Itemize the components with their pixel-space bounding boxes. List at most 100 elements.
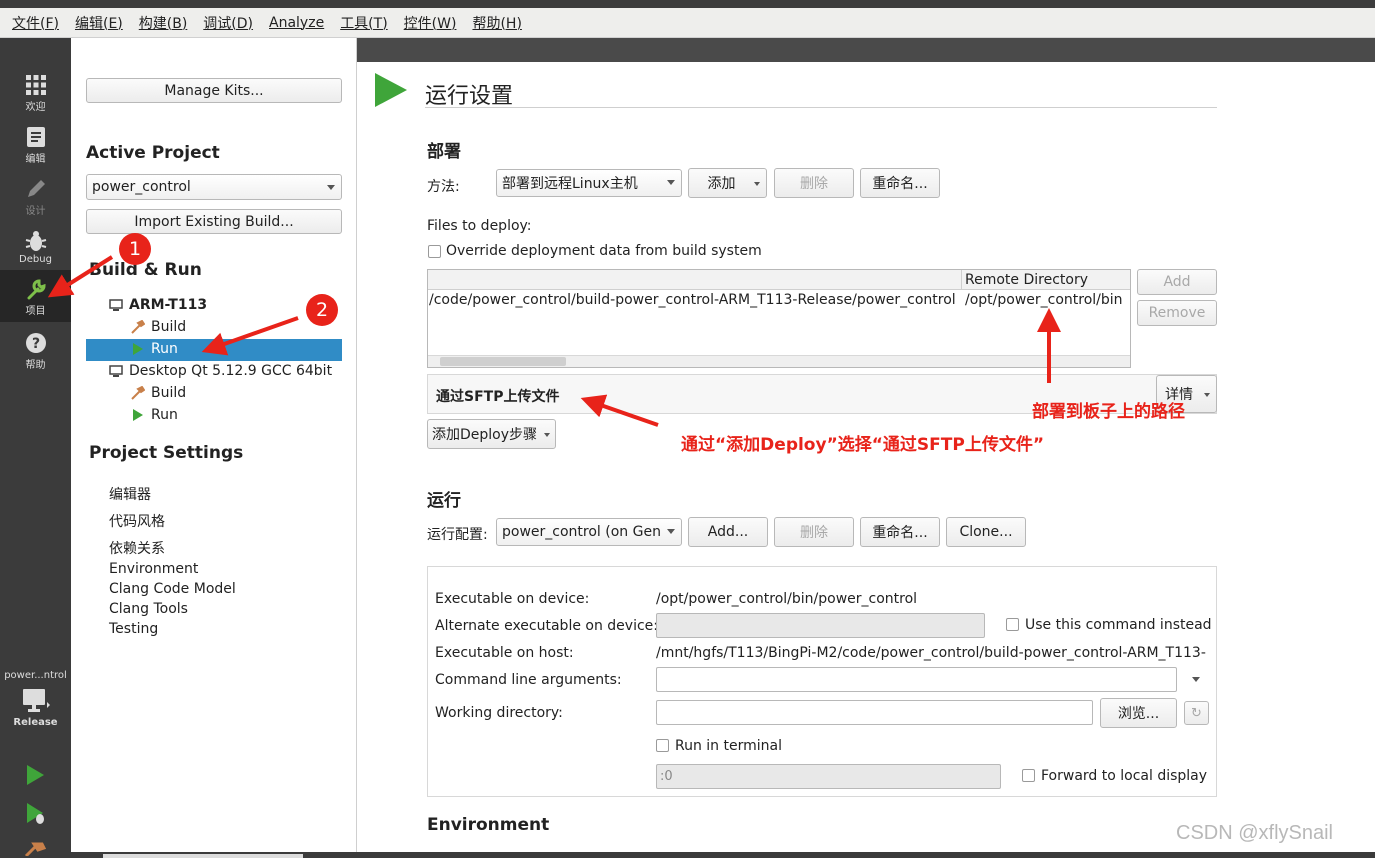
- wrench-icon: [27, 279, 46, 300]
- chevron-down-icon: [754, 182, 760, 186]
- mode-design[interactable]: 设计: [0, 170, 71, 222]
- bug-icon: [25, 231, 46, 251]
- monitor-icon: [109, 364, 123, 377]
- monitor-icon: [22, 689, 50, 712]
- manage-kits-button[interactable]: Manage Kits...: [86, 78, 342, 103]
- debug-run-icon[interactable]: [24, 802, 48, 826]
- mode-projects[interactable]: 项目: [0, 270, 71, 322]
- project-navigator: Manage Kits... Active Project power_cont…: [71, 38, 357, 858]
- mode-label: 设计: [25, 206, 46, 217]
- cmd-args-input[interactable]: [656, 667, 1177, 692]
- deploy-method-combo[interactable]: 部署到远程Linux主机: [496, 169, 682, 197]
- add-deploy-step-button[interactable]: 添加Deploy步骤: [427, 419, 556, 449]
- exe-device-label: Executable on device:: [435, 591, 590, 607]
- hscroll-thumb[interactable]: [103, 854, 303, 858]
- title-divider: [425, 107, 1217, 108]
- chevron-down-icon: [667, 180, 675, 185]
- kit-desktop-qt[interactable]: Desktop Qt 5.12.9 GCC 64bit: [109, 363, 332, 379]
- run-delete-button[interactable]: 删除: [774, 517, 854, 547]
- editor-toolbar: [357, 38, 1375, 62]
- kit-arm-run[interactable]: Run: [131, 341, 178, 357]
- run-config-combo[interactable]: power_control (on Gen: [496, 518, 682, 546]
- active-project-combo[interactable]: power_control: [86, 174, 342, 200]
- deploy-rename-button[interactable]: 重命名...: [860, 168, 940, 198]
- svg-text:?: ?: [31, 336, 39, 352]
- settings-testing[interactable]: Testing: [109, 621, 158, 637]
- run-config-value: power_control (on Gen: [502, 524, 661, 540]
- settings-environment[interactable]: Environment: [109, 561, 198, 577]
- forward-display-label: Forward to local display: [1041, 768, 1208, 784]
- deploy-step-annotation: 通过“添加Deploy”选择“通过SFTP上传文件”: [681, 435, 1045, 455]
- build-run-heading: Build & Run: [89, 260, 202, 280]
- selected-row-highlight: [86, 339, 342, 361]
- import-existing-build-button[interactable]: Import Existing Build...: [86, 209, 342, 234]
- browse-button[interactable]: 浏览...: [1100, 698, 1177, 728]
- add-deploy-step-label: 添加Deploy步骤: [432, 427, 538, 443]
- grid-icon: [25, 75, 46, 95]
- kit-desktop-run[interactable]: Run: [131, 407, 178, 423]
- menu-help[interactable]: 帮助(H): [464, 13, 529, 33]
- table-hscrollbar[interactable]: [428, 355, 1130, 367]
- menu-widgets[interactable]: 控件(W): [396, 13, 465, 33]
- run-icon[interactable]: [24, 764, 46, 786]
- run-heading: 运行: [427, 491, 461, 511]
- display-input[interactable]: :0: [656, 764, 1001, 789]
- settings-clang-code-model[interactable]: Clang Code Model: [109, 581, 236, 597]
- deploy-delete-button[interactable]: 删除: [774, 168, 854, 198]
- mode-label: 帮助: [25, 360, 46, 371]
- alt-exe-input[interactable]: [656, 613, 985, 638]
- run-in-terminal-checkbox[interactable]: [656, 739, 669, 752]
- forward-display-checkbox[interactable]: [1022, 769, 1035, 782]
- menu-file[interactable]: 文件(F): [4, 13, 67, 33]
- chevron-down-icon[interactable]: [1192, 677, 1200, 682]
- deploy-step-title: 通过SFTP上传文件: [436, 389, 560, 405]
- mode-label: 编辑: [25, 154, 46, 165]
- hammer-icon: [131, 386, 145, 400]
- row-local-file: /code/power_control/build-power_control-…: [429, 292, 956, 308]
- step-badge-2: 2: [306, 294, 338, 326]
- build-hammer-icon[interactable]: [24, 842, 46, 856]
- kit-arm-t113[interactable]: ARM-T113: [109, 297, 207, 313]
- menu-tools[interactable]: 工具(T): [332, 13, 395, 33]
- menu-debug[interactable]: 调试(D): [195, 13, 261, 33]
- override-deployment-label: Override deployment data from build syst…: [446, 243, 762, 259]
- kit-selector[interactable]: power...ntrol Release: [0, 670, 71, 728]
- monitor-icon: [109, 298, 123, 311]
- run-add-button[interactable]: Add...: [688, 517, 768, 547]
- settings-editor[interactable]: 编辑器: [109, 484, 151, 504]
- override-deployment-checkbox[interactable]: [428, 245, 441, 258]
- exe-host-value: /mnt/hgfs/T113/BingPi-M2/code/power_cont…: [656, 645, 1206, 661]
- chevron-down-icon: [667, 529, 675, 534]
- table-remove-button[interactable]: Remove: [1137, 300, 1217, 326]
- mode-edit[interactable]: 编辑: [0, 118, 71, 170]
- run-label: Run: [151, 407, 178, 423]
- use-command-checkbox[interactable]: [1006, 618, 1019, 631]
- deploy-add-button[interactable]: 添加: [688, 168, 767, 198]
- menu-edit[interactable]: 编辑(E): [67, 13, 131, 33]
- table-add-button[interactable]: Add: [1137, 269, 1217, 295]
- deploy-files-table[interactable]: Remote Directory /code/power_control/bui…: [427, 269, 1131, 368]
- kit-desktop-build[interactable]: Build: [131, 385, 186, 401]
- mode-help[interactable]: ? 帮助: [0, 324, 71, 376]
- chevron-down-icon: [544, 433, 550, 437]
- run-clone-button[interactable]: Clone...: [946, 517, 1026, 547]
- run-rename-button[interactable]: 重命名...: [860, 517, 940, 547]
- workdir-input[interactable]: [656, 700, 1093, 725]
- status-strip: [71, 852, 1375, 858]
- pencil-icon: [27, 180, 45, 197]
- chevron-down-icon: [1204, 393, 1210, 397]
- exe-host-label: Executable on host:: [435, 645, 574, 661]
- kit-arm-build[interactable]: Build: [131, 319, 186, 335]
- settings-clang-tools[interactable]: Clang Tools: [109, 601, 188, 617]
- settings-dependencies[interactable]: 依赖关系: [109, 538, 165, 558]
- mode-debug[interactable]: Debug: [0, 222, 71, 274]
- active-project-value: power_control: [92, 179, 191, 195]
- menu-build[interactable]: 构建(B): [131, 13, 196, 33]
- scrollbar-thumb[interactable]: [440, 357, 566, 366]
- reset-icon[interactable]: ↻: [1184, 701, 1209, 725]
- run-config-panel: Executable on device: /opt/power_control…: [427, 566, 1217, 797]
- menu-analyze[interactable]: Analyze: [261, 15, 332, 31]
- mode-welcome[interactable]: 欢迎: [0, 66, 71, 118]
- project-settings-heading: Project Settings: [89, 443, 244, 463]
- settings-code-style[interactable]: 代码风格: [109, 511, 165, 531]
